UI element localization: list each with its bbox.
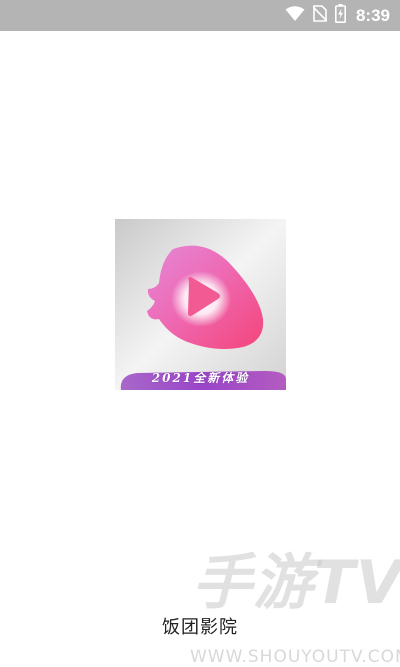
play-logo-icon (115, 219, 286, 390)
no-sim-icon (312, 5, 328, 26)
status-bar: 8:39 (0, 0, 400, 31)
app-logo: 2021全新体验 (115, 219, 286, 390)
wifi-icon (285, 5, 305, 26)
logo-slogan: 2021全新体验 (151, 370, 250, 385)
battery-charging-icon (334, 4, 346, 27)
app-name: 饭团影院 (162, 617, 238, 638)
watermark-logo: 手游TV (192, 548, 400, 618)
watermark-url: WWW.SHOUYOUTV.COM (190, 647, 400, 667)
status-time: 8:39 (355, 5, 390, 25)
status-icons: 8:39 (285, 0, 390, 31)
